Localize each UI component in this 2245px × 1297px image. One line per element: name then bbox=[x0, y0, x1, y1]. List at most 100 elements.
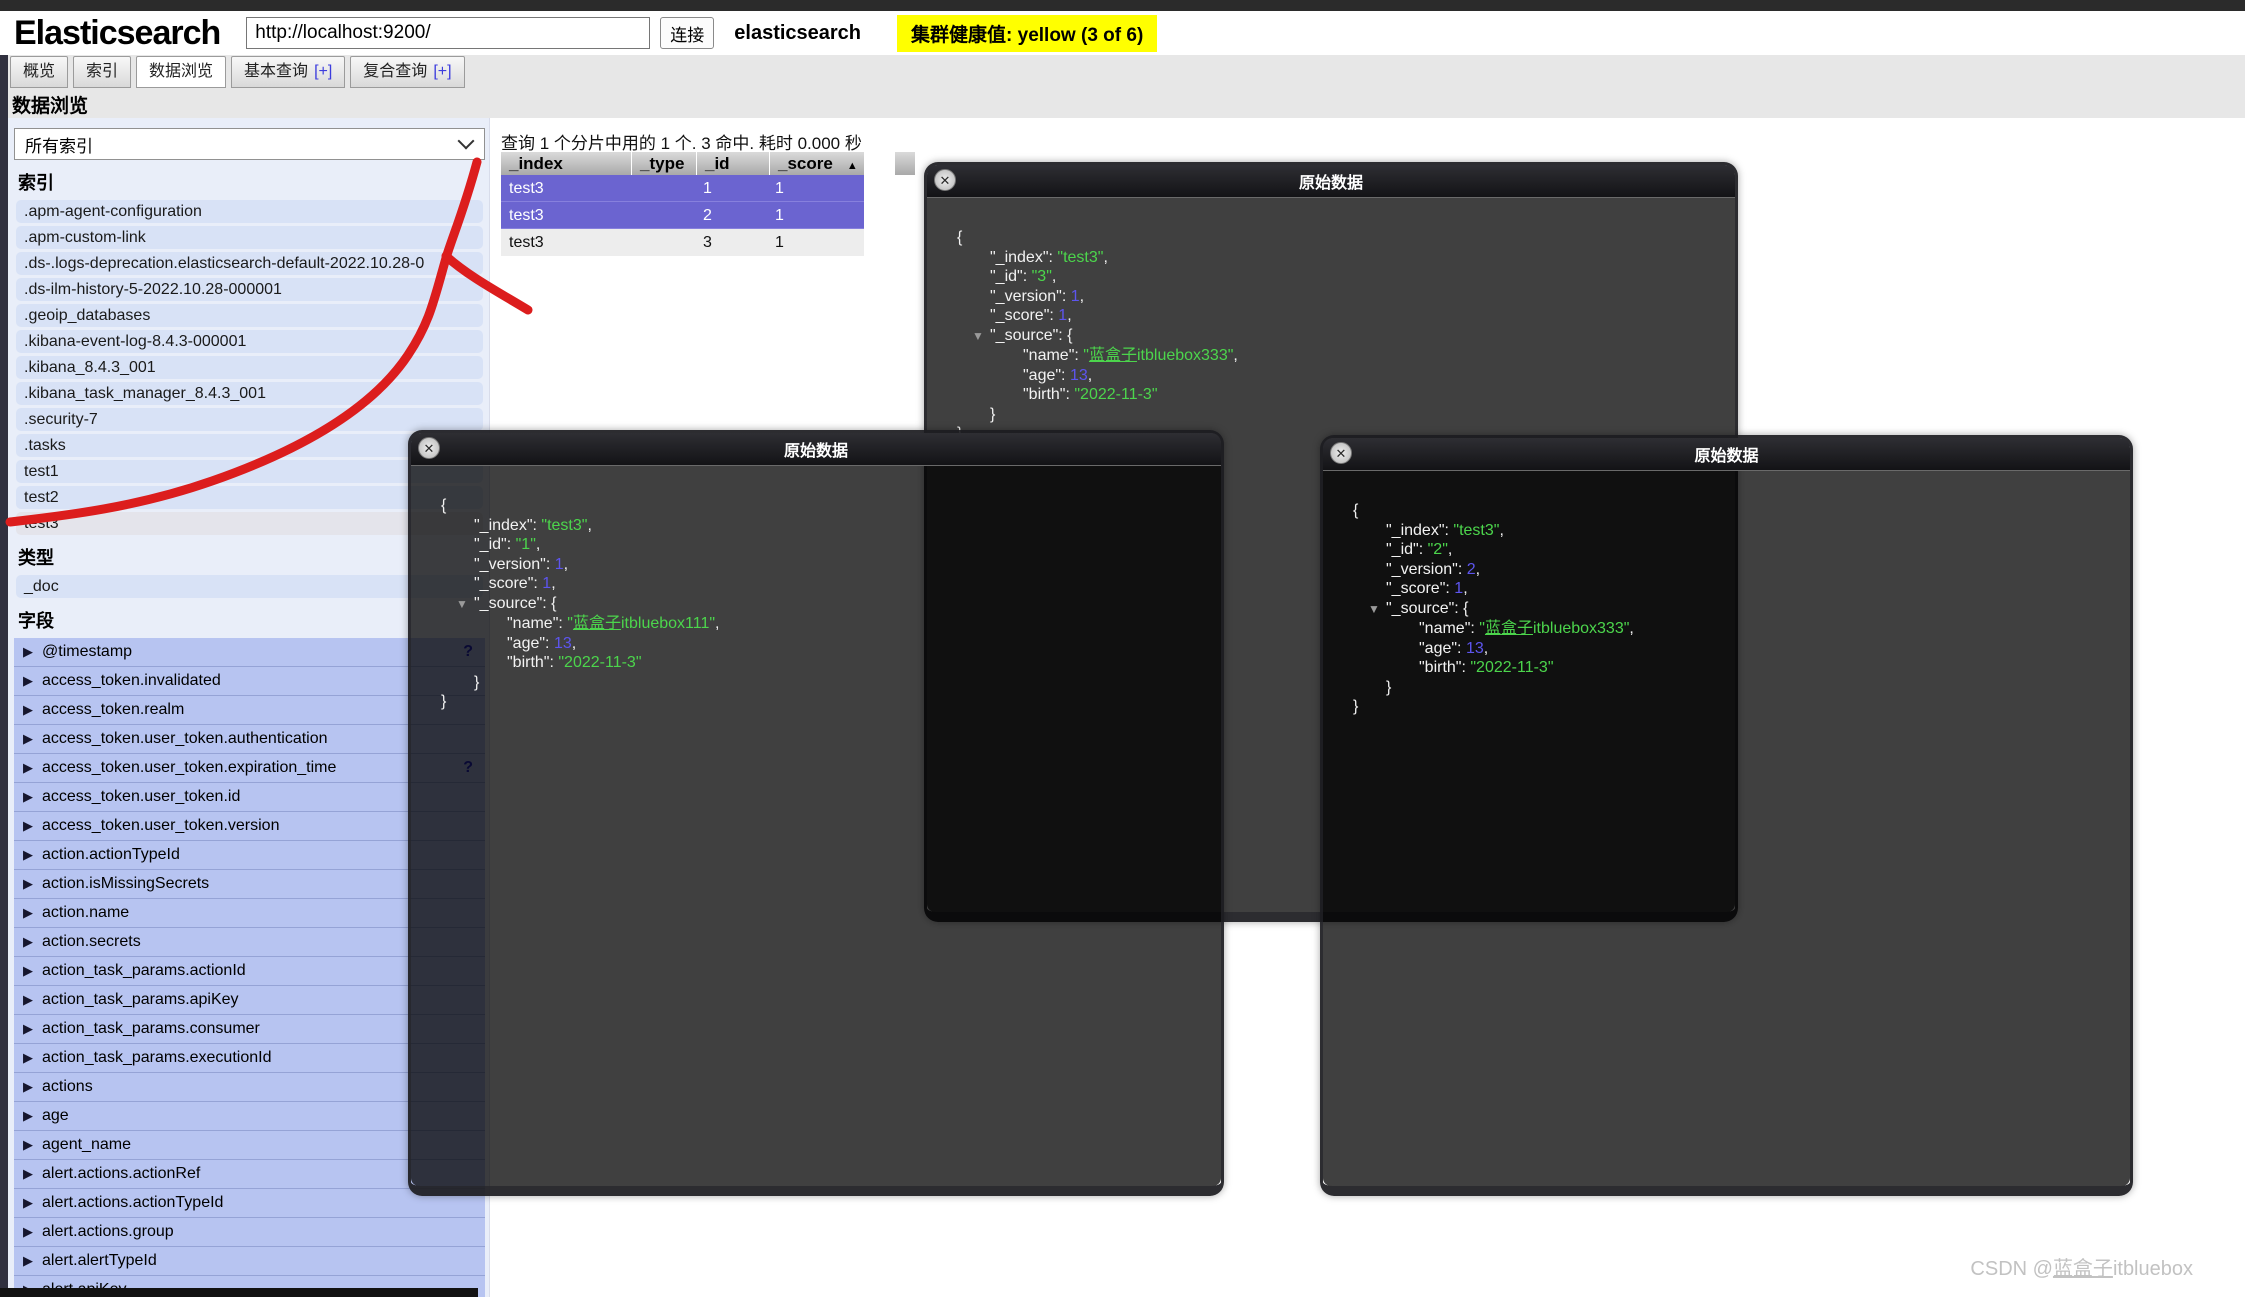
triangle-right-icon[interactable]: ▶ bbox=[23, 638, 33, 666]
table-cell[interactable]: test3 bbox=[501, 229, 631, 256]
triangle-right-icon[interactable]: ▶ bbox=[23, 870, 33, 898]
triangle-down-icon[interactable]: ▼ bbox=[456, 595, 474, 615]
index-item[interactable]: .ds-.logs-deprecation.elasticsearch-defa… bbox=[16, 252, 483, 275]
json-line: "name": "蓝盒子itbluebox111", bbox=[411, 614, 1203, 634]
new-tab-plus[interactable]: [+] bbox=[433, 63, 451, 80]
tab-basic-query[interactable]: 基本查询 [+] bbox=[231, 56, 346, 88]
index-item[interactable]: .ds-ilm-history-5-2022.10.28-000001 bbox=[16, 278, 483, 301]
triangle-down-icon[interactable]: ▼ bbox=[972, 327, 990, 347]
close-icon[interactable]: ✕ bbox=[934, 169, 956, 191]
json-token: , bbox=[1463, 580, 1468, 597]
field-name: alert.alertTypeId bbox=[42, 1252, 157, 1269]
column-header-id[interactable]: _id bbox=[697, 152, 769, 175]
triangle-right-icon[interactable]: ▶ bbox=[23, 1218, 33, 1246]
table-cell[interactable]: 3 bbox=[695, 229, 767, 256]
triangle-right-icon[interactable]: ▶ bbox=[23, 928, 33, 956]
cluster-health-badge: 集群健康值: yellow (3 of 6) bbox=[897, 14, 1158, 52]
table-cell[interactable]: 2 bbox=[695, 202, 767, 228]
index-item[interactable]: .apm-agent-configuration bbox=[16, 200, 483, 223]
field-name: actions bbox=[42, 1078, 93, 1095]
triangle-right-icon[interactable]: ▶ bbox=[23, 1131, 33, 1159]
index-item[interactable]: .kibana_8.4.3_001 bbox=[16, 356, 483, 379]
dialog-title-bar[interactable]: ✕ 原始数据 bbox=[927, 165, 1735, 198]
triangle-right-icon[interactable]: ▶ bbox=[23, 986, 33, 1014]
triangle-right-icon[interactable]: ▶ bbox=[23, 899, 33, 927]
json-line: "_score": 1, bbox=[1323, 579, 2112, 599]
table-cell[interactable] bbox=[631, 202, 695, 228]
json-line: "name": "蓝盒子itbluebox333", bbox=[927, 346, 1717, 366]
triangle-right-icon[interactable]: ▶ bbox=[23, 667, 33, 695]
json-token: "1" bbox=[515, 536, 536, 553]
dialog-title-bar[interactable]: ✕ 原始数据 bbox=[411, 433, 1221, 466]
index-item[interactable]: .apm-custom-link bbox=[16, 226, 483, 249]
indices-section-header: 索引 bbox=[18, 173, 54, 193]
sort-asc-icon: ▲ bbox=[846, 160, 858, 172]
index-item[interactable]: .kibana-event-log-8.4.3-000001 bbox=[16, 330, 483, 353]
triangle-right-icon[interactable]: ▶ bbox=[23, 696, 33, 724]
dialog-title-bar[interactable]: ✕ 原始数据 bbox=[1323, 438, 2130, 471]
index-filter-dropdown[interactable]: 所有索引 bbox=[14, 128, 485, 160]
column-header-index[interactable]: _index bbox=[501, 152, 631, 175]
triangle-down-icon[interactable]: ▼ bbox=[1368, 600, 1386, 620]
triangle-right-icon[interactable]: ▶ bbox=[23, 725, 33, 753]
json-line: ▼ "_source": { bbox=[927, 326, 1717, 347]
triangle-right-icon[interactable]: ▶ bbox=[23, 1015, 33, 1043]
close-icon[interactable]: ✕ bbox=[418, 437, 440, 459]
index-item[interactable]: .security-7 bbox=[16, 408, 483, 431]
field-name: action_task_params.executionId bbox=[42, 1049, 272, 1066]
column-header-type[interactable]: _type bbox=[632, 152, 696, 175]
table-cell[interactable]: 1 bbox=[767, 175, 861, 201]
tab-overview[interactable]: 概览 bbox=[10, 56, 69, 88]
column-header-score[interactable]: _score ▲ bbox=[770, 152, 864, 175]
triangle-right-icon[interactable]: ▶ bbox=[23, 1044, 33, 1072]
tab-data-browser[interactable]: 数据浏览 bbox=[136, 56, 227, 88]
field-row[interactable]: ▶ alert.alertTypeId bbox=[14, 1247, 485, 1276]
table-cell[interactable]: 1 bbox=[767, 202, 861, 228]
triangle-right-icon[interactable]: ▶ bbox=[23, 1247, 33, 1275]
index-item[interactable]: .kibana_task_manager_8.4.3_001 bbox=[16, 382, 483, 405]
table-cell[interactable]: 1 bbox=[695, 175, 767, 201]
triangle-right-icon[interactable]: ▶ bbox=[23, 812, 33, 840]
query-status-text: 查询 1 个分片中用的 1 个. 3 命中. 耗时 0.000 秒 bbox=[501, 134, 862, 153]
triangle-right-icon[interactable]: ▶ bbox=[23, 841, 33, 869]
triangle-right-icon[interactable]: ▶ bbox=[23, 1073, 33, 1101]
table-row[interactable]: test3 1 1 bbox=[501, 175, 864, 202]
triangle-right-icon[interactable]: ▶ bbox=[23, 957, 33, 985]
raw-data-dialog-id1: ✕ 原始数据 {"_index": "test3", "_id": "1", "_v… bbox=[408, 430, 1224, 1196]
table-row[interactable]: test3 2 1 bbox=[501, 202, 864, 229]
index-item[interactable]: .geoip_databases bbox=[16, 304, 483, 327]
json-token: 1 bbox=[554, 555, 564, 573]
tab-compound-query[interactable]: 复合查询 [+] bbox=[350, 56, 465, 88]
table-cell[interactable]: 1 bbox=[767, 229, 861, 256]
triangle-right-icon[interactable]: ▶ bbox=[23, 783, 33, 811]
table-cell[interactable] bbox=[631, 229, 695, 256]
json-token: , bbox=[1629, 620, 1634, 637]
json-token: "_index": bbox=[990, 248, 1058, 266]
triangle-right-icon[interactable]: ▶ bbox=[23, 1102, 33, 1130]
field-row[interactable]: ▶ alert.actions.group bbox=[14, 1218, 485, 1247]
json-line: "age": 13, bbox=[411, 634, 1203, 654]
tab-indices[interactable]: 索引 bbox=[73, 56, 132, 88]
json-token: "_version": bbox=[474, 555, 555, 573]
index-filter-value: 所有索引 bbox=[25, 136, 93, 156]
triangle-right-icon[interactable]: ▶ bbox=[23, 1189, 33, 1217]
triangle-right-icon[interactable]: ▶ bbox=[23, 1160, 33, 1188]
triangle-right-icon[interactable]: ▶ bbox=[23, 754, 33, 782]
json-token: "test3" bbox=[1453, 521, 1500, 539]
json-line: } bbox=[411, 673, 1203, 693]
json-line: "_id": "3", bbox=[927, 267, 1717, 287]
json-token: { bbox=[957, 229, 963, 246]
json-token: , bbox=[587, 516, 592, 534]
table-cell[interactable]: test3 bbox=[501, 175, 631, 201]
connect-button[interactable]: 连接 bbox=[660, 17, 715, 49]
table-row[interactable]: test3 3 1 bbox=[501, 229, 864, 256]
table-cell[interactable]: test3 bbox=[501, 202, 631, 228]
server-url-input[interactable] bbox=[246, 17, 651, 49]
json-line: "_index": "test3", bbox=[411, 516, 1203, 536]
json-token: 1 bbox=[1070, 287, 1080, 305]
table-cell[interactable] bbox=[631, 175, 695, 201]
json-token: { bbox=[1353, 502, 1359, 519]
json-token: "birth": bbox=[1023, 386, 1075, 403]
new-tab-plus[interactable]: [+] bbox=[314, 63, 332, 80]
close-icon[interactable]: ✕ bbox=[1330, 442, 1352, 464]
